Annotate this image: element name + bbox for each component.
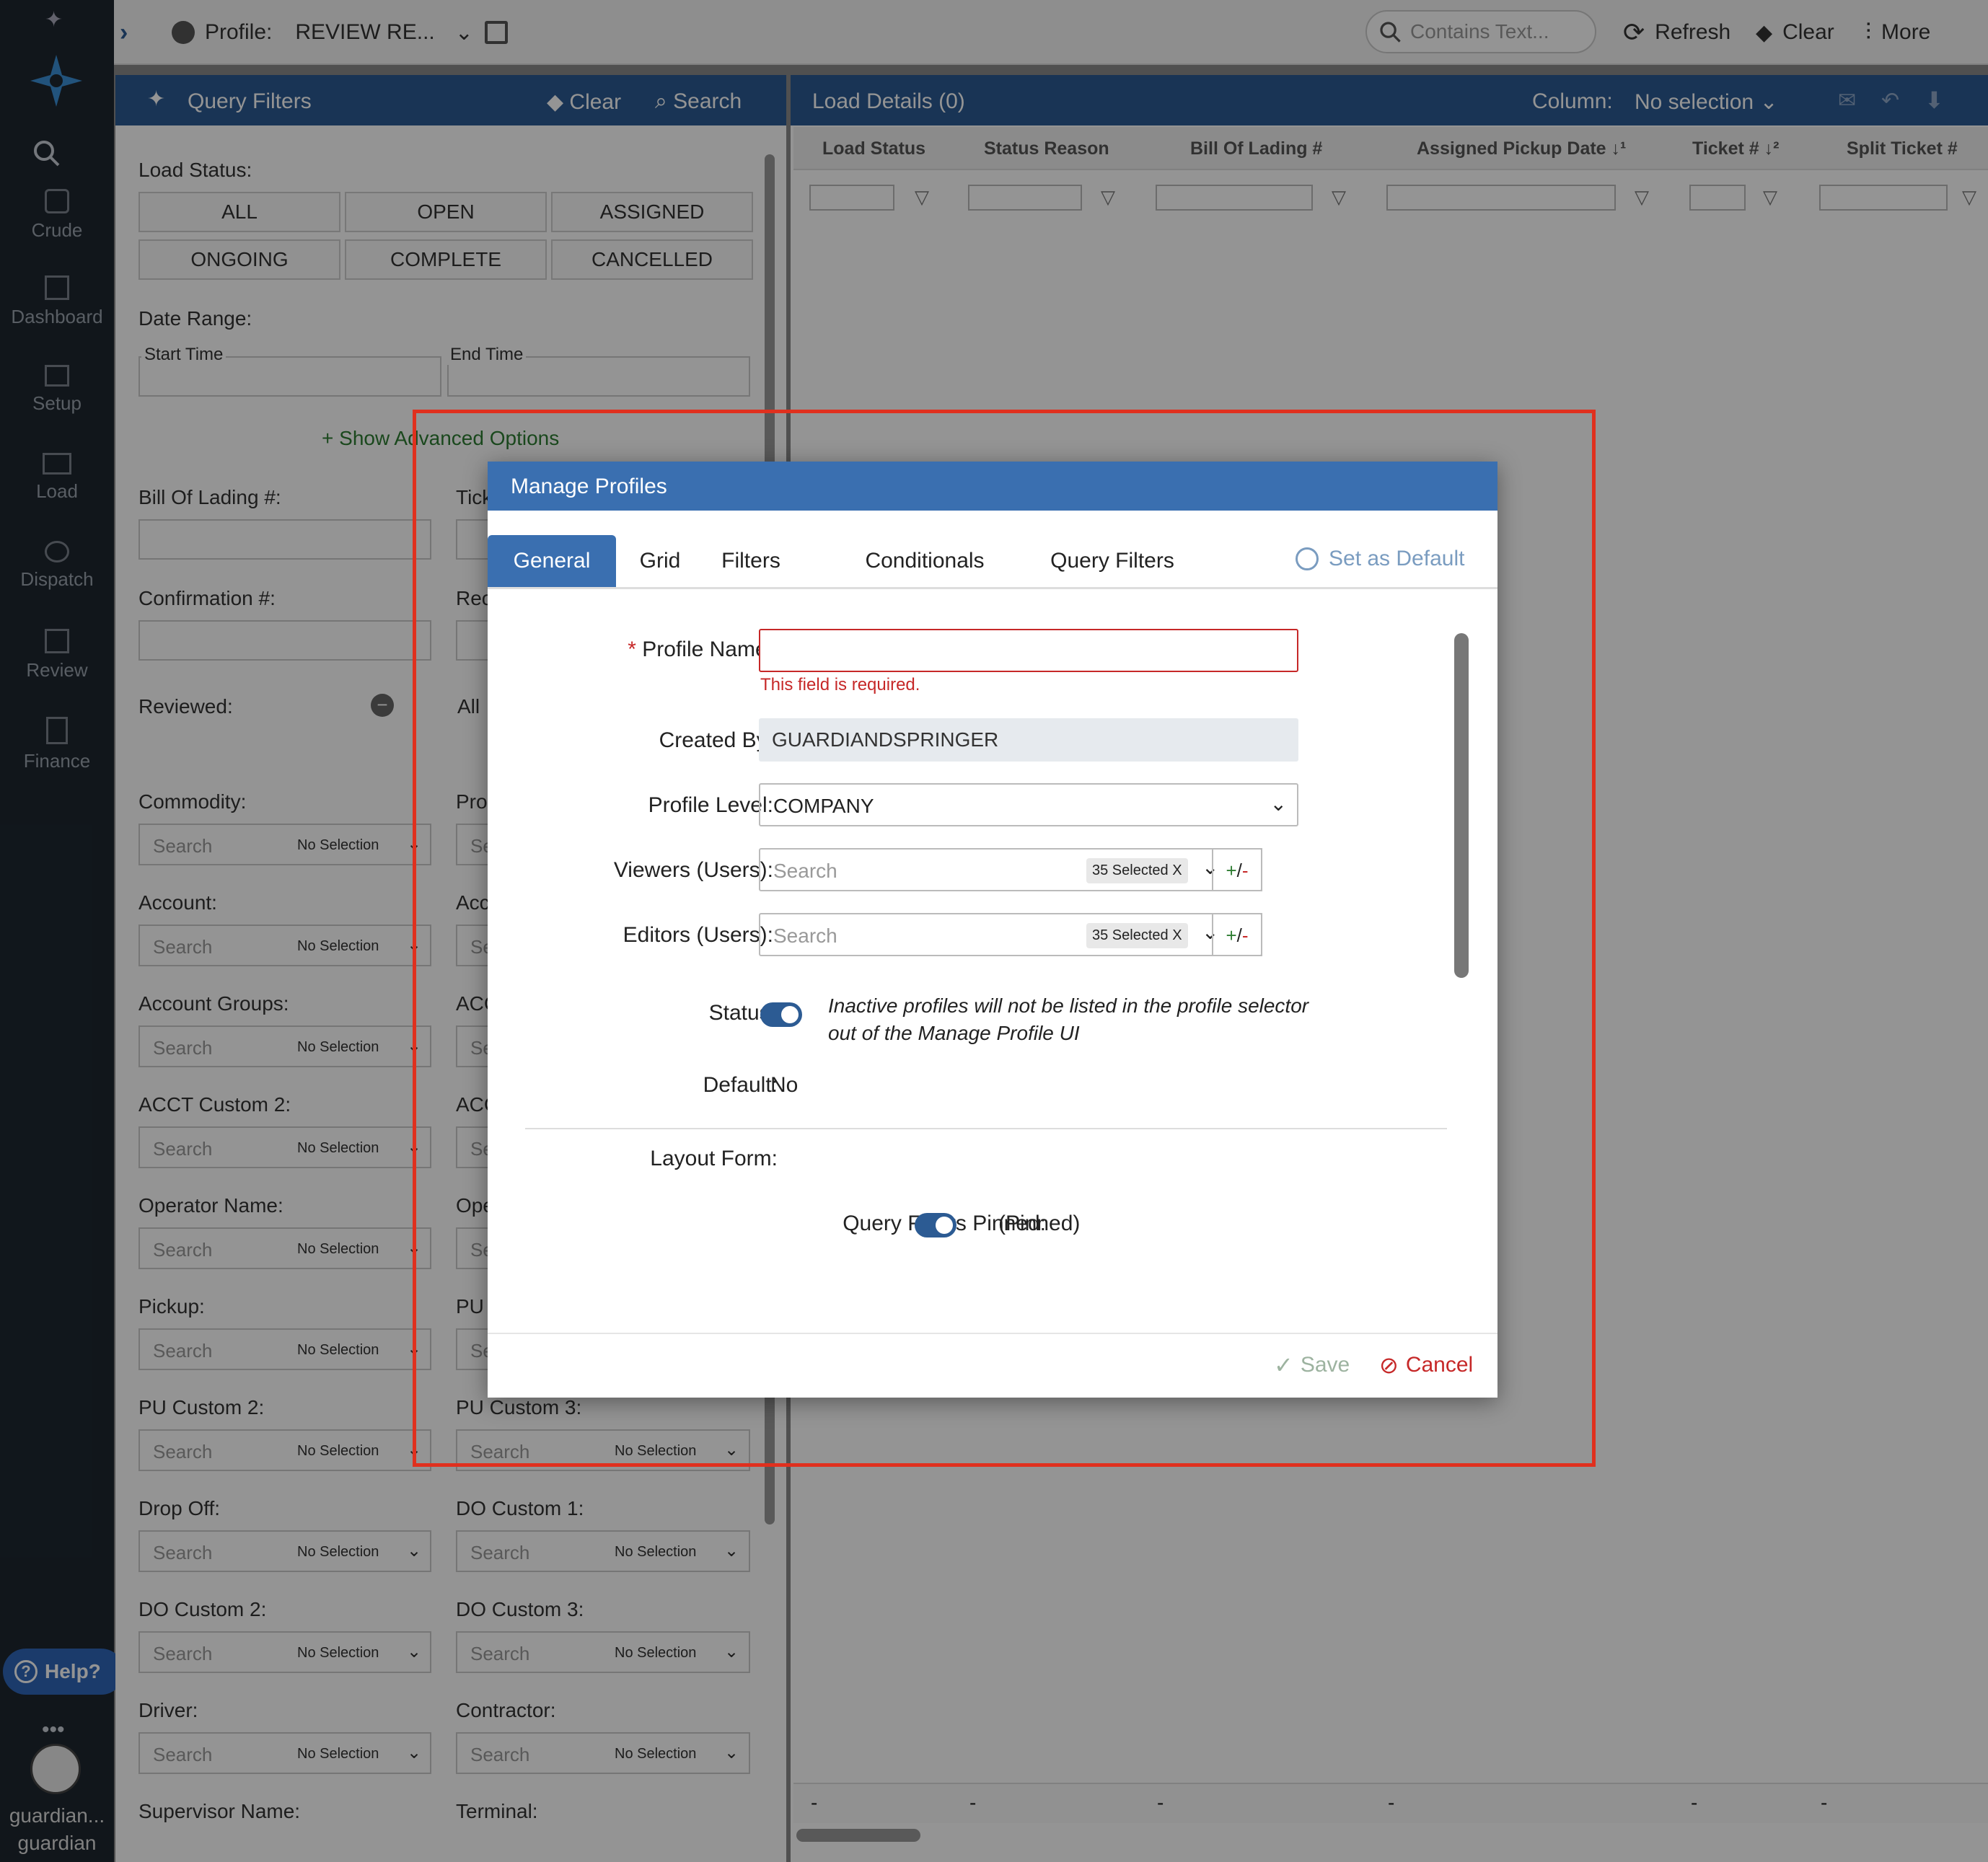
tab-query-filters[interactable]: Query Filters (1026, 535, 1199, 587)
editors-label: Editors (Users): (623, 923, 773, 947)
default-value: No (770, 1073, 799, 1097)
save-button[interactable]: ✓ Save (1274, 1351, 1350, 1379)
layout-form-label: Layout Form: (650, 1147, 778, 1170)
tab-underline (488, 587, 1497, 589)
profile-level-label: Profile Level: (648, 793, 773, 817)
chevron-down-icon: ⌄ (1270, 793, 1287, 815)
section-divider (525, 1128, 1447, 1129)
cancel-icon: ⊘ (1379, 1352, 1399, 1378)
qf-pinned-label: Query Filters Pinned: (843, 1212, 1046, 1235)
editors-select[interactable]: Search 35 Selected X ⌄ (759, 913, 1262, 956)
viewers-selected-chip[interactable]: 35 Selected X (1086, 858, 1188, 883)
status-note: Inactive profiles will not be listed in … (828, 994, 1309, 1044)
tab-conditionals[interactable]: Conditionals (845, 535, 1004, 587)
editors-search[interactable]: Search (773, 925, 837, 948)
editors-add-remove[interactable]: +/- (1212, 913, 1262, 956)
dialog-scrollbar[interactable] (1454, 633, 1469, 978)
profile-name-input[interactable] (759, 629, 1298, 672)
dialog-title: Manage Profiles (488, 462, 1497, 511)
tab-grid[interactable]: Grid (620, 535, 700, 587)
radio-icon (1296, 547, 1319, 570)
manage-profiles-dialog: Manage Profiles General Grid Filters Con… (488, 462, 1497, 1398)
status-label: Status: (708, 1001, 776, 1025)
viewers-select[interactable]: Search 35 Selected X ⌄ (759, 848, 1262, 891)
status-toggle[interactable] (760, 1002, 802, 1027)
set-default-option[interactable]: Set as Default (1296, 547, 1464, 571)
viewers-search[interactable]: Search (773, 860, 837, 883)
profile-name-error: This field is required. (760, 675, 920, 694)
editors-selected-chip[interactable]: 35 Selected X (1086, 923, 1188, 948)
qf-pinned-value: (Pinned) (998, 1212, 1081, 1235)
tab-general[interactable]: General (488, 535, 616, 587)
cancel-button[interactable]: ⊘ Cancel (1379, 1351, 1473, 1379)
viewers-add-remove[interactable]: +/- (1212, 848, 1262, 891)
default-label: Default: (703, 1073, 778, 1097)
viewers-label: Viewers (Users): (613, 858, 773, 882)
check-icon: ✓ (1274, 1352, 1293, 1378)
tab-filters[interactable]: Filters (704, 535, 798, 587)
qf-pinned-toggle[interactable] (915, 1213, 956, 1237)
created-by-label: Created By: (659, 728, 773, 752)
profile-name-label: * Profile Name: (628, 637, 773, 661)
profile-level-select[interactable]: COMPANY ⌄ (759, 783, 1298, 826)
footer-divider (488, 1333, 1497, 1334)
created-by-value: GUARDIANDSPRINGER (759, 718, 1298, 762)
